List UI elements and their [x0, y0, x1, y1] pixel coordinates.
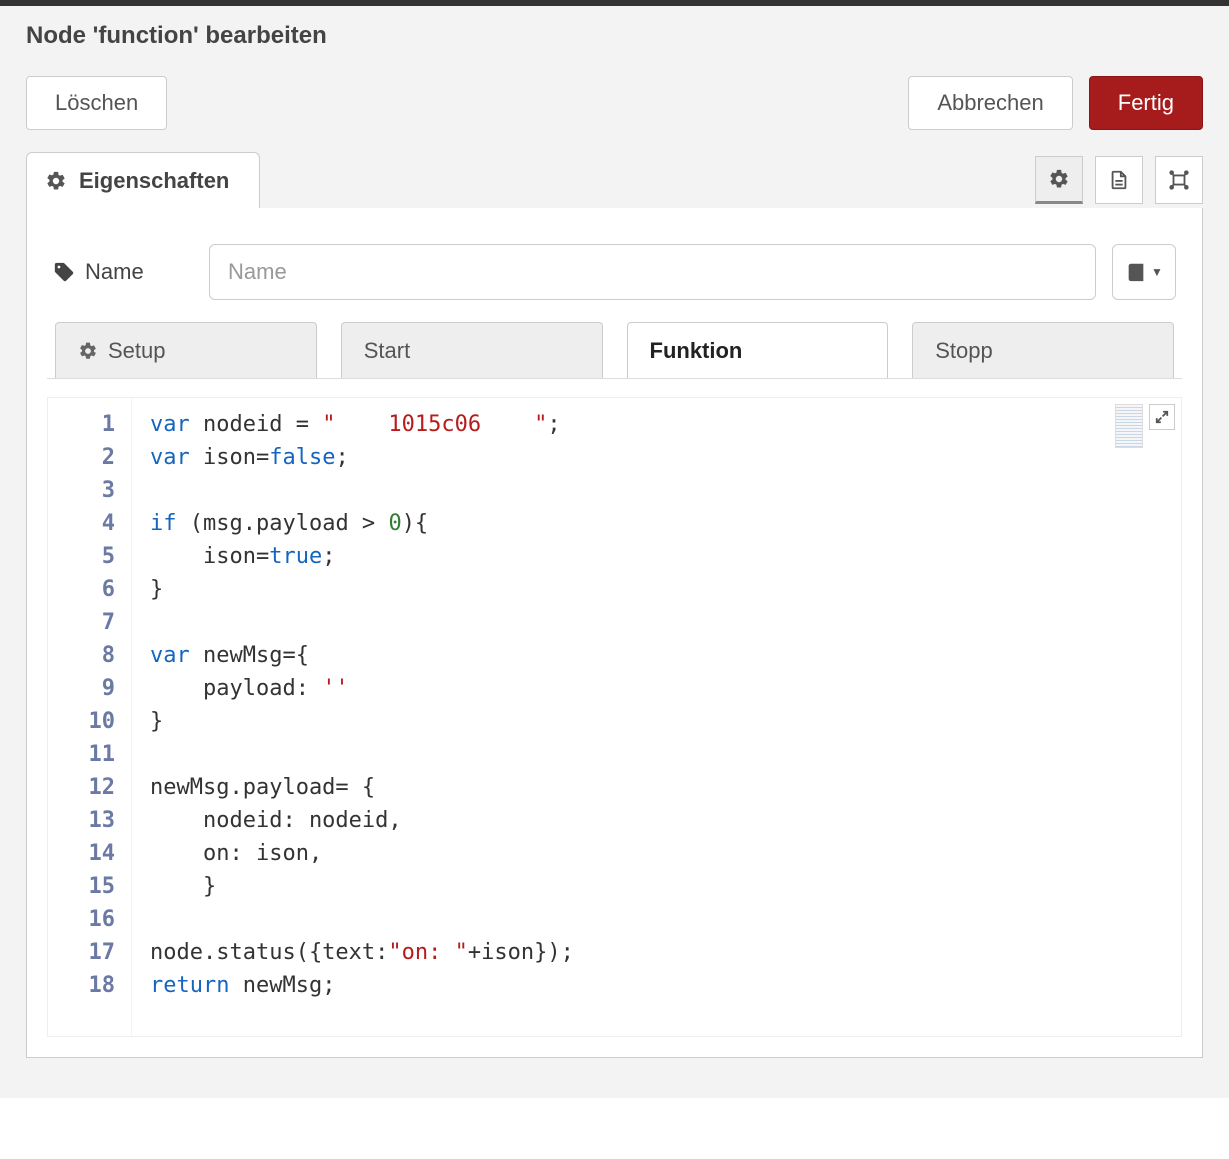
- done-button[interactable]: Fertig: [1089, 76, 1203, 130]
- dialog-tabs-row: Eigenschaften: [0, 152, 1229, 208]
- document-icon: [1108, 169, 1130, 191]
- code-line[interactable]: ison=true;: [150, 540, 574, 573]
- gear-icon: [78, 341, 98, 361]
- line-number: 9: [48, 672, 115, 705]
- code-editor[interactable]: 123456789101112131415161718 var nodeid =…: [47, 397, 1182, 1037]
- code-line[interactable]: return newMsg;: [150, 969, 574, 1002]
- tab-function-label: Funktion: [650, 338, 743, 364]
- code-line[interactable]: var newMsg={: [150, 639, 574, 672]
- code-line[interactable]: [150, 903, 574, 936]
- expand-icon: [1155, 410, 1169, 424]
- line-number: 16: [48, 903, 115, 936]
- code-line[interactable]: [150, 606, 574, 639]
- line-number: 4: [48, 507, 115, 540]
- code-line[interactable]: payload: '': [150, 672, 574, 705]
- line-number: 6: [48, 573, 115, 606]
- tab-function[interactable]: Funktion: [627, 322, 889, 378]
- gear-icon: [45, 170, 67, 192]
- code-line[interactable]: if (msg.payload > 0){: [150, 507, 574, 540]
- tab-properties[interactable]: Eigenschaften: [26, 152, 260, 208]
- line-number: 11: [48, 738, 115, 771]
- minimap[interactable]: [1115, 404, 1143, 448]
- line-number: 18: [48, 969, 115, 1002]
- code-line[interactable]: }: [150, 870, 574, 903]
- code-line[interactable]: newMsg.payload= {: [150, 771, 574, 804]
- line-number: 12: [48, 771, 115, 804]
- code-line[interactable]: [150, 474, 574, 507]
- name-label-text: Name: [85, 259, 144, 285]
- properties-panel: Name ▼ Setup Start Funktion: [26, 208, 1203, 1058]
- line-number: 8: [48, 639, 115, 672]
- dialog-header: Node 'function' bearbeiten: [0, 6, 1229, 58]
- line-number: 7: [48, 606, 115, 639]
- name-input[interactable]: [209, 244, 1096, 300]
- node-description-button[interactable]: [1095, 156, 1143, 204]
- expand-editor-button[interactable]: [1149, 404, 1175, 430]
- tab-properties-label: Eigenschaften: [79, 168, 229, 194]
- code-line[interactable]: var nodeid = " 1015c06 ";: [150, 408, 574, 441]
- code-line[interactable]: [150, 738, 574, 771]
- editor-corner-controls: [1115, 404, 1175, 448]
- code-line[interactable]: var ison=false;: [150, 441, 574, 474]
- tab-setup[interactable]: Setup: [55, 322, 317, 378]
- line-number: 14: [48, 837, 115, 870]
- tab-start[interactable]: Start: [341, 322, 603, 378]
- tab-start-label: Start: [364, 338, 410, 364]
- line-number: 2: [48, 441, 115, 474]
- dialog: Node 'function' bearbeiten Löschen Abbre…: [0, 0, 1229, 1098]
- line-number: 3: [48, 474, 115, 507]
- code-line[interactable]: }: [150, 705, 574, 738]
- tab-stop-label: Stopp: [935, 338, 993, 364]
- tab-setup-label: Setup: [108, 338, 166, 364]
- caret-down-icon: ▼: [1151, 265, 1163, 279]
- node-appearance-button[interactable]: [1155, 156, 1203, 204]
- tag-icon: [53, 261, 75, 283]
- code-line[interactable]: on: ison,: [150, 837, 574, 870]
- node-settings-button[interactable]: [1035, 156, 1083, 204]
- dialog-button-row: Löschen Abbrechen Fertig: [0, 58, 1229, 152]
- line-number-gutter: 123456789101112131415161718: [48, 398, 132, 1036]
- tab-stop[interactable]: Stopp: [912, 322, 1174, 378]
- dialog-title: Node 'function' bearbeiten: [26, 22, 1203, 50]
- code-line[interactable]: nodeid: nodeid,: [150, 804, 574, 837]
- line-number: 5: [48, 540, 115, 573]
- library-button[interactable]: ▼: [1112, 244, 1176, 300]
- appearance-icon: [1167, 169, 1191, 191]
- cancel-button[interactable]: Abbrechen: [908, 76, 1072, 130]
- tab-sidebar-icons: [1035, 156, 1203, 208]
- line-number: 13: [48, 804, 115, 837]
- code-tabs: Setup Start Funktion Stopp: [47, 322, 1182, 379]
- book-icon: [1125, 261, 1147, 283]
- code-line[interactable]: }: [150, 573, 574, 606]
- name-label-group: Name: [53, 259, 193, 285]
- line-number: 1: [48, 408, 115, 441]
- name-row: Name ▼: [47, 244, 1182, 322]
- line-number: 15: [48, 870, 115, 903]
- line-number: 17: [48, 936, 115, 969]
- line-number: 10: [48, 705, 115, 738]
- cancel-button-label: Abbrechen: [937, 90, 1043, 116]
- gear-icon: [1048, 168, 1070, 190]
- code-line[interactable]: node.status({text:"on: "+ison});: [150, 936, 574, 969]
- delete-button[interactable]: Löschen: [26, 76, 167, 130]
- code-content[interactable]: var nodeid = " 1015c06 ";var ison=false;…: [132, 398, 574, 1036]
- done-button-label: Fertig: [1118, 90, 1174, 116]
- delete-button-label: Löschen: [55, 90, 138, 116]
